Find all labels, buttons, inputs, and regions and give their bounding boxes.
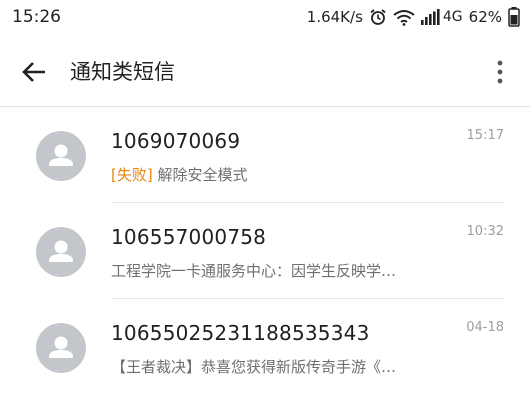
battery-icon — [508, 7, 520, 27]
message-preview-text: 工程学院一卡通服务中心：因学生反映学… — [111, 262, 397, 280]
message-time: 04-18 — [466, 320, 504, 335]
back-arrow-icon — [21, 61, 47, 83]
message-preview: 【王者裁决】恭喜您获得新版传奇手游《… — [111, 356, 456, 377]
message-sender: 106557000758 — [111, 225, 267, 249]
list-item[interactable]: 1069070069 15:17 [失败] 解除安全模式 — [0, 107, 530, 203]
status-bar: 15:26 1.64K/s 4G 62% — [0, 0, 530, 38]
message-time: 10:32 — [466, 224, 504, 239]
more-vertical-icon — [497, 60, 503, 84]
battery-percent: 62% — [468, 8, 502, 26]
failed-status-tag: [失败] — [111, 166, 153, 184]
page-title: 通知类短信 — [70, 60, 175, 84]
wifi-icon — [393, 9, 415, 26]
more-options-button[interactable] — [480, 52, 520, 92]
back-button[interactable] — [14, 52, 54, 92]
alarm-clock-icon — [369, 8, 387, 26]
network-type: 4G — [442, 9, 463, 25]
list-item[interactable]: 10655025231188535343 04-18 【王者裁决】恭喜您获得新版… — [0, 299, 530, 395]
list-item[interactable]: 106557000758 10:32 工程学院一卡通服务中心：因学生反映学… — [0, 203, 530, 299]
status-icons: 1.64K/s 4G 62% — [301, 7, 520, 27]
person-avatar-icon — [36, 227, 86, 277]
network-speed: 1.64K/s — [306, 8, 363, 26]
person-avatar-icon — [36, 323, 86, 373]
person-avatar-icon — [36, 131, 86, 181]
message-sender: 1069070069 — [111, 129, 241, 153]
status-time: 15:26 — [12, 7, 61, 27]
message-preview-text: 【王者裁决】恭喜您获得新版传奇手游《… — [111, 358, 397, 376]
message-sender: 10655025231188535343 — [111, 321, 370, 345]
message-time: 15:17 — [466, 128, 504, 143]
message-preview: [失败] 解除安全模式 — [111, 164, 456, 185]
message-preview-text: 解除安全模式 — [152, 166, 248, 184]
app-bar: 通知类短信 — [0, 38, 530, 107]
message-preview: 工程学院一卡通服务中心：因学生反映学… — [111, 260, 456, 281]
message-list: 1069070069 15:17 [失败] 解除安全模式 10655700075… — [0, 107, 530, 395]
cell-signal-icon: 4G — [420, 9, 463, 25]
